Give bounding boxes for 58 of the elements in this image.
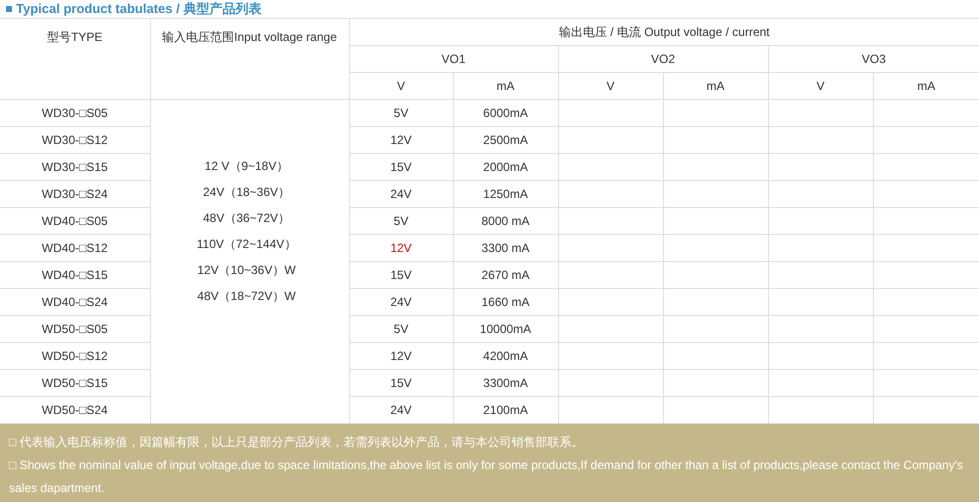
table-cell: 15V	[390, 268, 412, 282]
column-header: mA	[706, 79, 724, 93]
table-cell: 5V	[394, 214, 408, 228]
table-cell: WD50-□S12	[42, 349, 108, 363]
voltage-range: 12V（10~36V）W	[197, 262, 296, 279]
table-cell: 10000mA	[480, 322, 532, 336]
table-cell: WD30-□S24	[42, 187, 108, 201]
column-header: V	[816, 79, 824, 93]
table-cell: WD40-□S05	[42, 214, 108, 228]
table-cell: 3300mA	[483, 376, 528, 390]
table-cell: 15V	[390, 160, 412, 174]
column-header: VO3	[862, 52, 886, 66]
table-cell: WD30-□S05	[42, 106, 108, 120]
table-cell: 15V	[390, 376, 412, 390]
table-cell: 4200mA	[483, 349, 528, 363]
table-cell: 2670 mA	[481, 268, 530, 282]
table-cell: 24V	[390, 295, 412, 309]
table-cell: WD30-□S12	[42, 133, 108, 147]
table-cell: 24V	[390, 187, 412, 201]
table-cell: WD40-□S24	[42, 295, 108, 309]
column-header: 型号TYPE	[47, 30, 102, 44]
table-cell: WD50-□S24	[42, 403, 108, 417]
column-header: VO1	[441, 52, 466, 66]
table-cell: 2500mA	[483, 133, 528, 147]
bullet-icon	[6, 6, 12, 12]
footnote: □ Shows the nominal value of input voltage,due to space limitations,the above list is only for some products,If demand for other than a list of products,please contact the Company's sales dapartment.	[9, 457, 964, 497]
voltage-range: 24V（18~36V）	[202, 184, 290, 201]
table-cell: 5V	[394, 106, 408, 120]
table-cell: 2100mA	[483, 403, 528, 417]
table-cell: 12V	[390, 349, 412, 363]
footnote: □ 代表输入电压标称值，因篇幅有限，以上只是部分产品列表，若需列表以外产品，请与本公司销售部联系。	[9, 434, 585, 451]
column-header: mA	[496, 79, 514, 93]
table-cell: WD50-□S15	[42, 376, 108, 390]
table-cell: WD40-□S15	[42, 268, 108, 282]
table-cell: 12V	[390, 133, 412, 147]
voltage-range: 48V（36~72V）	[202, 210, 290, 227]
table-cell: 1250mA	[483, 187, 528, 201]
table-cell: 8000 mA	[481, 214, 530, 228]
table-cell: WD30-□S15	[42, 160, 108, 174]
column-header: VO2	[650, 52, 675, 66]
table-cell: 12V	[390, 241, 412, 255]
table-cell: WD50-□S05	[42, 322, 108, 336]
table-cell: 5V	[394, 322, 408, 336]
column-header: 输入电压范围Input voltage range	[162, 30, 337, 44]
table-cell: 2000mA	[483, 160, 528, 174]
column-header: 输出电压 / 电流 Output voltage / current	[558, 24, 770, 38]
table-cell: 3300 mA	[481, 241, 530, 255]
column-header: V	[396, 79, 405, 93]
voltage-range: 48V（18~72V）W	[197, 288, 296, 305]
table-cell: WD40-□S12	[42, 241, 108, 255]
voltage-range: 110V（72~144V）	[196, 236, 296, 253]
table-cell: 6000mA	[483, 106, 528, 120]
voltage-range: 12 V（9~18V）	[204, 158, 288, 175]
column-header: mA	[917, 79, 936, 93]
column-header: V	[606, 79, 614, 93]
section-title: Typical product tabulates / 典型产品列表	[16, 0, 262, 18]
table-cell: 24V	[390, 403, 412, 417]
table-cell: 1660 mA	[481, 295, 530, 309]
